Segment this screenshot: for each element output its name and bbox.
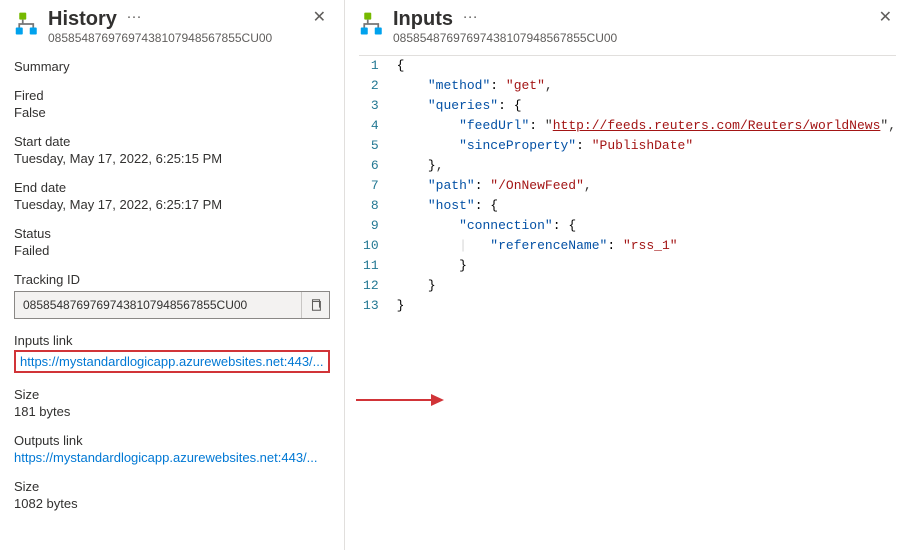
status-value: Failed [14, 243, 330, 258]
code-body[interactable]: { "method": "get", "queries": { "feedUrl… [391, 56, 896, 536]
start-date-value: Tuesday, May 17, 2022, 6:25:15 PM [14, 151, 330, 166]
history-more-button[interactable]: ··· [127, 8, 142, 25]
inputs-size-label: Size [14, 387, 330, 402]
history-panel: History ··· 0858548769769743810794856785… [0, 0, 345, 550]
copy-icon [309, 298, 323, 312]
close-inputs-button[interactable]: ✕ [875, 8, 896, 28]
outputs-link-label: Outputs link [14, 433, 330, 448]
inputs-panel: Inputs ··· 08585487697697438107948567855… [345, 0, 910, 550]
end-date-label: End date [14, 180, 330, 195]
inputs-link-highlight: https://mystandardlogicapp.azurewebsites… [14, 350, 330, 373]
status-label: Status [14, 226, 330, 241]
inputs-title: Inputs [393, 8, 453, 31]
start-date-label: Start date [14, 134, 330, 149]
outputs-size-value: 1082 bytes [14, 496, 330, 511]
json-viewer[interactable]: 12345678910111213 { "method": "get", "qu… [359, 55, 896, 536]
close-history-button[interactable]: ✕ [309, 8, 330, 28]
fired-label: Fired [14, 88, 330, 103]
outputs-size-label: Size [14, 479, 330, 494]
logic-app-icon [14, 10, 42, 38]
tracking-id-input[interactable] [15, 298, 301, 312]
tracking-id-label: Tracking ID [14, 272, 330, 287]
inputs-link[interactable]: https://mystandardlogicapp.azurewebsites… [20, 354, 324, 369]
end-date-value: Tuesday, May 17, 2022, 6:25:17 PM [14, 197, 330, 212]
inputs-size-value: 181 bytes [14, 404, 330, 419]
inputs-subtitle: 08585487697697438107948567855CU00 [393, 31, 875, 45]
fired-value: False [14, 105, 330, 120]
inputs-more-button[interactable]: ··· [463, 8, 478, 25]
line-gutter: 12345678910111213 [359, 56, 391, 536]
logic-app-icon [359, 10, 387, 38]
copy-tracking-id-button[interactable] [301, 292, 329, 318]
history-title: History [48, 8, 117, 31]
history-subtitle: 08585487697697438107948567855CU00 [48, 31, 309, 45]
inputs-link-label: Inputs link [14, 333, 330, 348]
outputs-link[interactable]: https://mystandardlogicapp.azurewebsites… [14, 450, 330, 465]
summary-heading: Summary [14, 59, 330, 74]
tracking-id-field [14, 291, 330, 319]
